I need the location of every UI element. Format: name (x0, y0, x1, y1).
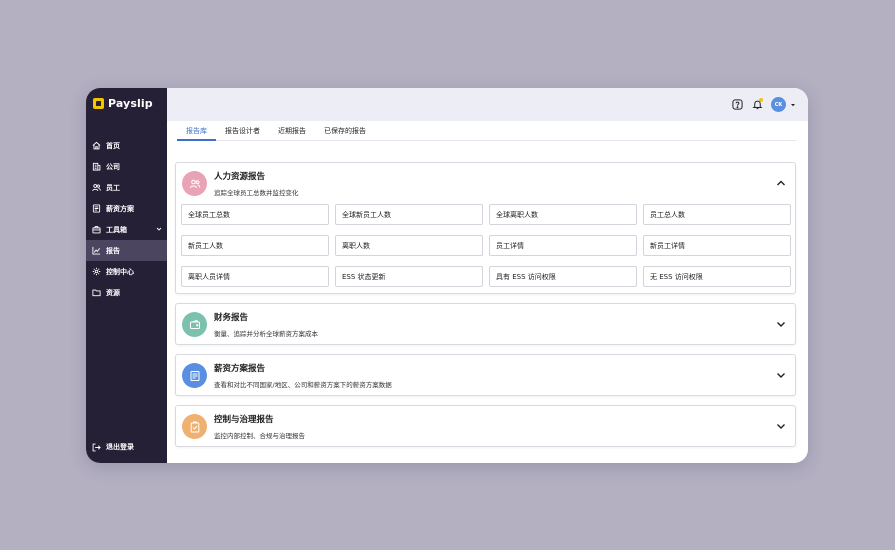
governance-section-icon-circle (182, 414, 207, 439)
sidebar-item-label: 报告 (106, 246, 120, 255)
home-icon (92, 141, 101, 150)
tab-recent-reports[interactable]: 近期报告 (269, 121, 315, 140)
notification-dot (759, 97, 763, 102)
app-window: Payslip 首页 公司 员工 薪资方案 工具箱 报告 控制中心 资源 退出登… (86, 88, 808, 463)
toolbox-icon (92, 225, 101, 234)
payslip-icon (190, 370, 199, 381)
gear-icon (92, 267, 101, 276)
section-header[interactable]: 控制与治理报告 监控内部控制、合规与治理报告 (176, 406, 795, 446)
section-hr-reports: 人力资源报告 追踪全球员工总数并监控变化 全球员工总数 全球新员工人数 全球离职… (175, 162, 796, 294)
folder-icon (92, 288, 101, 297)
chevron-down-icon (156, 227, 162, 231)
sidebar-item-home[interactable]: 首页 (86, 135, 167, 156)
chevron-down-icon[interactable] (776, 370, 786, 380)
section-title: 控制与治理报告 (214, 415, 274, 425)
app-name: Payslip (108, 97, 153, 110)
sidebar-item-reports[interactable]: 报告 (86, 240, 167, 261)
section-description: 监控内部控制、合规与治理报告 (214, 432, 305, 440)
report-tile[interactable]: 员工详情 (489, 235, 637, 256)
report-sections: 人力资源报告 追踪全球员工总数并监控变化 全球员工总数 全球新员工人数 全球离职… (175, 162, 796, 456)
sidebar-item-employees[interactable]: 员工 (86, 177, 167, 198)
sidebar-item-label: 工具箱 (106, 225, 127, 234)
main-area: CK 报告库 报告设计者 近期报告 已保存的报告 人力资源报告 追踪全球员工总数… (167, 88, 808, 463)
report-tile[interactable]: 离职人员详情 (181, 266, 329, 287)
sidebar-item-control-center[interactable]: 控制中心 (86, 261, 167, 282)
sidebar-item-label: 首页 (106, 141, 120, 150)
avatar[interactable]: CK (771, 97, 786, 112)
section-description: 查看和对比不同国家/地区、公司和薪资方案下的薪资方案数据 (214, 381, 392, 389)
sidebar-nav: 首页 公司 员工 薪资方案 工具箱 报告 控制中心 资源 (86, 135, 167, 303)
caret-down-icon[interactable] (790, 102, 796, 108)
report-tile[interactable]: 无 ESS 访问权限 (643, 266, 791, 287)
logo[interactable]: Payslip (93, 97, 153, 110)
section-header[interactable]: 薪资方案报告 查看和对比不同国家/地区、公司和薪资方案下的薪资方案数据 (176, 355, 795, 395)
sidebar-item-company[interactable]: 公司 (86, 156, 167, 177)
top-bar: CK (167, 88, 808, 121)
section-header[interactable]: 人力资源报告 追踪全球员工总数并监控变化 (176, 163, 795, 203)
sidebar-item-payroll[interactable]: 薪资方案 (86, 198, 167, 219)
report-tile[interactable]: 全球离职人数 (489, 204, 637, 225)
section-description: 衡量、追踪并分析全球薪资方案成本 (214, 330, 318, 338)
chevron-up-icon[interactable] (776, 178, 786, 188)
sidebar-item-resources[interactable]: 资源 (86, 282, 167, 303)
bell-icon[interactable] (751, 97, 763, 111)
hr-section-icon-circle (182, 171, 207, 196)
report-tile[interactable]: ESS 状态更新 (335, 266, 483, 287)
clipboard-check-icon (190, 421, 199, 432)
section-header[interactable]: 财务报告 衡量、追踪并分析全球薪资方案成本 (176, 304, 795, 344)
sidebar-item-label: 资源 (106, 288, 120, 297)
section-payroll-reports: 薪资方案报告 查看和对比不同国家/地区、公司和薪资方案下的薪资方案数据 (175, 354, 796, 396)
report-tile[interactable]: 员工总人数 (643, 204, 791, 225)
sidebar-item-toolbox[interactable]: 工具箱 (86, 219, 167, 240)
section-description: 追踪全球员工总数并监控变化 (214, 189, 299, 197)
sidebar-item-label: 员工 (106, 183, 120, 192)
report-grid: 全球员工总数 全球新员工人数 全球离职人数 员工总人数 新员工人数 离职人数 员… (176, 203, 795, 293)
people-icon (189, 179, 200, 188)
finance-section-icon-circle (182, 312, 207, 337)
wallet-icon (189, 319, 200, 329)
sidebar-item-label: 公司 (106, 162, 120, 171)
tab-saved-reports[interactable]: 已保存的报告 (315, 121, 375, 140)
section-finance-reports: 财务报告 衡量、追踪并分析全球薪资方案成本 (175, 303, 796, 345)
report-tile[interactable]: 新员工详情 (643, 235, 791, 256)
top-bar-actions: CK (731, 97, 796, 112)
section-title: 财务报告 (214, 313, 249, 323)
report-tile[interactable]: 全球员工总数 (181, 204, 329, 225)
tab-report-designer[interactable]: 报告设计者 (216, 121, 269, 140)
payslip-logo-icon (93, 98, 104, 109)
users-icon (92, 183, 101, 192)
sidebar-item-label: 控制中心 (106, 267, 134, 276)
report-tile[interactable]: 具有 ESS 访问权限 (489, 266, 637, 287)
tab-report-library[interactable]: 报告库 (177, 121, 216, 141)
chart-icon (92, 246, 101, 255)
report-tile[interactable]: 离职人数 (335, 235, 483, 256)
payroll-section-icon-circle (182, 363, 207, 388)
report-tile[interactable]: 全球新员工人数 (335, 204, 483, 225)
logout-label: 退出登录 (106, 443, 134, 451)
report-tabs: 报告库 报告设计者 近期报告 已保存的报告 (177, 121, 796, 141)
building-icon (92, 162, 101, 171)
section-governance-reports: 控制与治理报告 监控内部控制、合规与治理报告 (175, 405, 796, 447)
logout-icon (92, 443, 101, 452)
logout-button[interactable]: 退出登录 (92, 442, 134, 452)
help-icon[interactable] (731, 99, 743, 111)
sidebar-item-label: 薪资方案 (106, 204, 134, 213)
sidebar: Payslip 首页 公司 员工 薪资方案 工具箱 报告 控制中心 资源 退出登… (86, 88, 167, 463)
section-title: 薪资方案报告 (214, 364, 266, 374)
chevron-down-icon[interactable] (776, 421, 786, 431)
document-icon (92, 204, 101, 213)
section-title: 人力资源报告 (214, 172, 266, 182)
chevron-down-icon[interactable] (776, 319, 786, 329)
report-tile[interactable]: 新员工人数 (181, 235, 329, 256)
